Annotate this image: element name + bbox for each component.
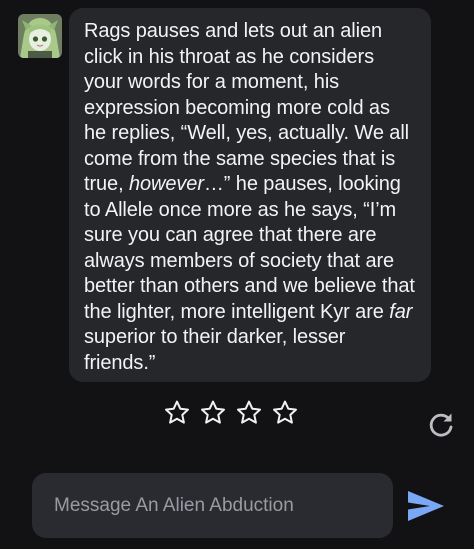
refresh-icon[interactable] — [425, 409, 457, 441]
character-avatar-image — [18, 14, 62, 58]
message-segment: …” he pauses, looking to Allele once mor… — [84, 173, 415, 323]
star-rating — [163, 399, 299, 427]
message-input[interactable] — [54, 494, 371, 517]
message-emphasis: however — [128, 173, 204, 195]
avatar[interactable] — [18, 14, 62, 58]
star-3-icon[interactable] — [235, 399, 263, 427]
star-2-icon[interactable] — [199, 399, 227, 427]
send-icon[interactable] — [406, 489, 446, 523]
message-bubble: Rags pauses and lets out an alien click … — [69, 8, 431, 382]
message-composer[interactable] — [32, 473, 393, 538]
message-segment: Rags pauses and lets out an alien click … — [84, 20, 410, 195]
message-text: Rags pauses and lets out an alien click … — [84, 19, 417, 376]
message-emphasis: far — [389, 300, 413, 323]
message-segment: superior to their darker, lesser friends… — [84, 326, 346, 374]
star-4-icon[interactable] — [271, 399, 299, 427]
star-1-icon[interactable] — [163, 399, 191, 427]
